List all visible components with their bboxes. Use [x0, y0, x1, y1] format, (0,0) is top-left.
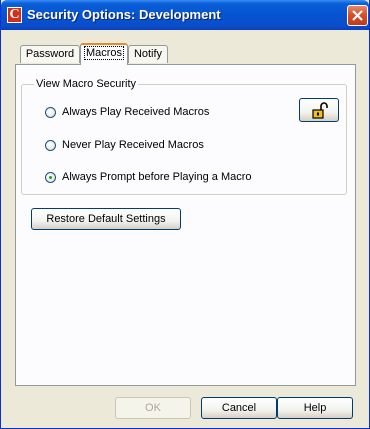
help-button[interactable]: Help: [277, 397, 353, 419]
close-icon: [352, 10, 363, 21]
tab-notify-label: Notify: [133, 48, 163, 60]
dialog-window: C Security Options: Development Password…: [0, 0, 370, 429]
lock-button[interactable]: [299, 98, 339, 122]
window-title: Security Options: Development: [27, 7, 221, 22]
tab-password[interactable]: Password: [20, 45, 80, 63]
close-button[interactable]: [347, 5, 368, 26]
radio-always-play-label[interactable]: Always Play Received Macros: [62, 106, 209, 118]
tab-notify[interactable]: Notify: [128, 45, 168, 63]
macro-security-legend: View Macro Security: [34, 78, 139, 90]
radio-always-prompt[interactable]: [45, 172, 56, 183]
tab-password-label: Password: [25, 48, 75, 60]
radio-never-play[interactable]: [45, 140, 56, 151]
ok-button[interactable]: OK: [115, 397, 191, 419]
radio-never-play-label[interactable]: Never Play Received Macros: [62, 139, 204, 151]
radio-always-play[interactable]: [45, 107, 56, 118]
radio-always-prompt-label[interactable]: Always Prompt before Playing a Macro: [62, 171, 252, 183]
app-icon: C: [7, 7, 22, 23]
cancel-button[interactable]: Cancel: [201, 397, 277, 419]
restore-default-settings-button[interactable]: Restore Default Settings: [31, 208, 181, 230]
tab-macros-label: Macros: [83, 46, 125, 60]
title-bar[interactable]: C Security Options: Development: [1, 0, 369, 30]
tab-macros[interactable]: Macros: [80, 43, 128, 65]
unlocked-padlock-icon: [312, 102, 328, 119]
